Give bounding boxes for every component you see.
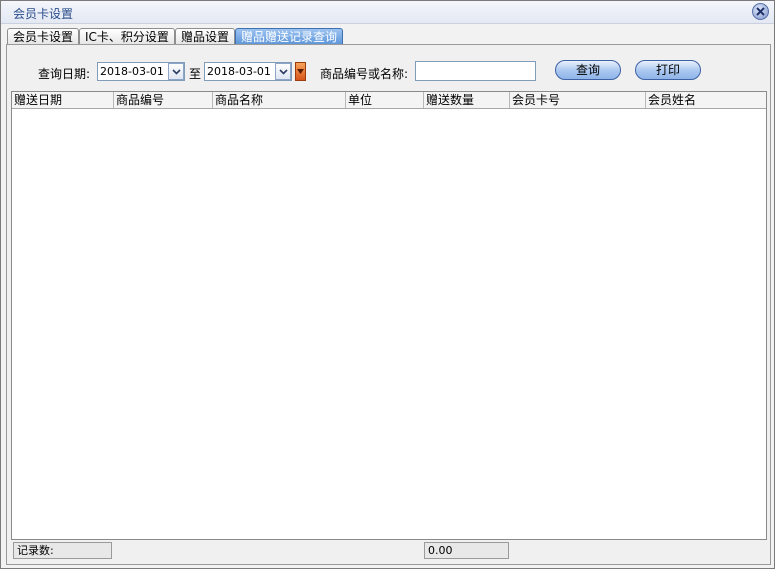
window-title: 会员卡设置 xyxy=(13,7,74,21)
product-search-input[interactable] xyxy=(415,61,536,81)
table-header: 赠送日期 商品编号 商品名称 单位 赠送数量 会员卡号 会员姓名 xyxy=(12,92,766,109)
gift-record-table[interactable]: 赠送日期 商品编号 商品名称 单位 赠送数量 会员卡号 会员姓名 xyxy=(11,91,767,540)
column-header-member-name[interactable]: 会员姓名 xyxy=(646,92,766,108)
title-bar: 会员卡设置 xyxy=(1,1,774,24)
product-label: 商品编号或名称: xyxy=(320,67,409,81)
total-quantity-box: 0.00 xyxy=(424,542,509,559)
record-count-label: 记录数: xyxy=(17,544,54,557)
record-count-box: 记录数: xyxy=(13,542,112,559)
tab-content-panel: 查询日期: 2018-03-01 至 2018-03-01 商品编号或名称: 查… xyxy=(6,44,771,565)
column-header-unit[interactable]: 单位 xyxy=(346,92,424,108)
column-header-product-code[interactable]: 商品编号 xyxy=(114,92,213,108)
close-icon xyxy=(756,7,765,16)
tab-member-card-settings[interactable]: 会员卡设置 xyxy=(7,28,80,44)
query-button[interactable]: 查询 xyxy=(555,60,621,80)
tab-strip: 会员卡设置 IC卡、积分设置 赠品设置 赠品赠送记录查询 xyxy=(7,28,767,45)
close-button[interactable] xyxy=(752,3,769,20)
tab-ic-card-points-settings[interactable]: IC卡、积分设置 xyxy=(79,28,175,44)
date-to-dropdown-button[interactable] xyxy=(275,63,291,80)
print-button[interactable]: 打印 xyxy=(635,60,701,80)
date-picker-toggle-button[interactable] xyxy=(295,62,306,81)
date-from-field[interactable]: 2018-03-01 xyxy=(97,62,185,81)
arrow-down-icon xyxy=(297,69,304,74)
chevron-down-icon xyxy=(172,69,181,75)
to-label: 至 xyxy=(189,67,202,81)
column-header-product-name[interactable]: 商品名称 xyxy=(213,92,346,108)
tab-gift-settings[interactable]: 赠品设置 xyxy=(175,28,236,44)
date-to-field[interactable]: 2018-03-01 xyxy=(204,62,292,81)
column-header-member-card-no[interactable]: 会员卡号 xyxy=(510,92,646,108)
tab-gift-record-query[interactable]: 赠品赠送记录查询 xyxy=(235,28,344,44)
date-from-dropdown-button[interactable] xyxy=(168,63,184,80)
date-to-value: 2018-03-01 xyxy=(207,65,271,78)
column-header-gift-date[interactable]: 赠送日期 xyxy=(12,92,114,108)
member-card-settings-window: 会员卡设置 会员卡设置 IC卡、积分设置 赠品设置 赠品赠送记录查询 查询日期:… xyxy=(0,0,775,569)
status-bar: 记录数: 0.00 xyxy=(11,542,767,561)
date-from-value: 2018-03-01 xyxy=(100,65,164,78)
column-header-gift-quantity[interactable]: 赠送数量 xyxy=(424,92,510,108)
total-quantity-value: 0.00 xyxy=(428,544,453,557)
chevron-down-icon xyxy=(279,69,288,75)
date-label: 查询日期: xyxy=(38,67,91,81)
